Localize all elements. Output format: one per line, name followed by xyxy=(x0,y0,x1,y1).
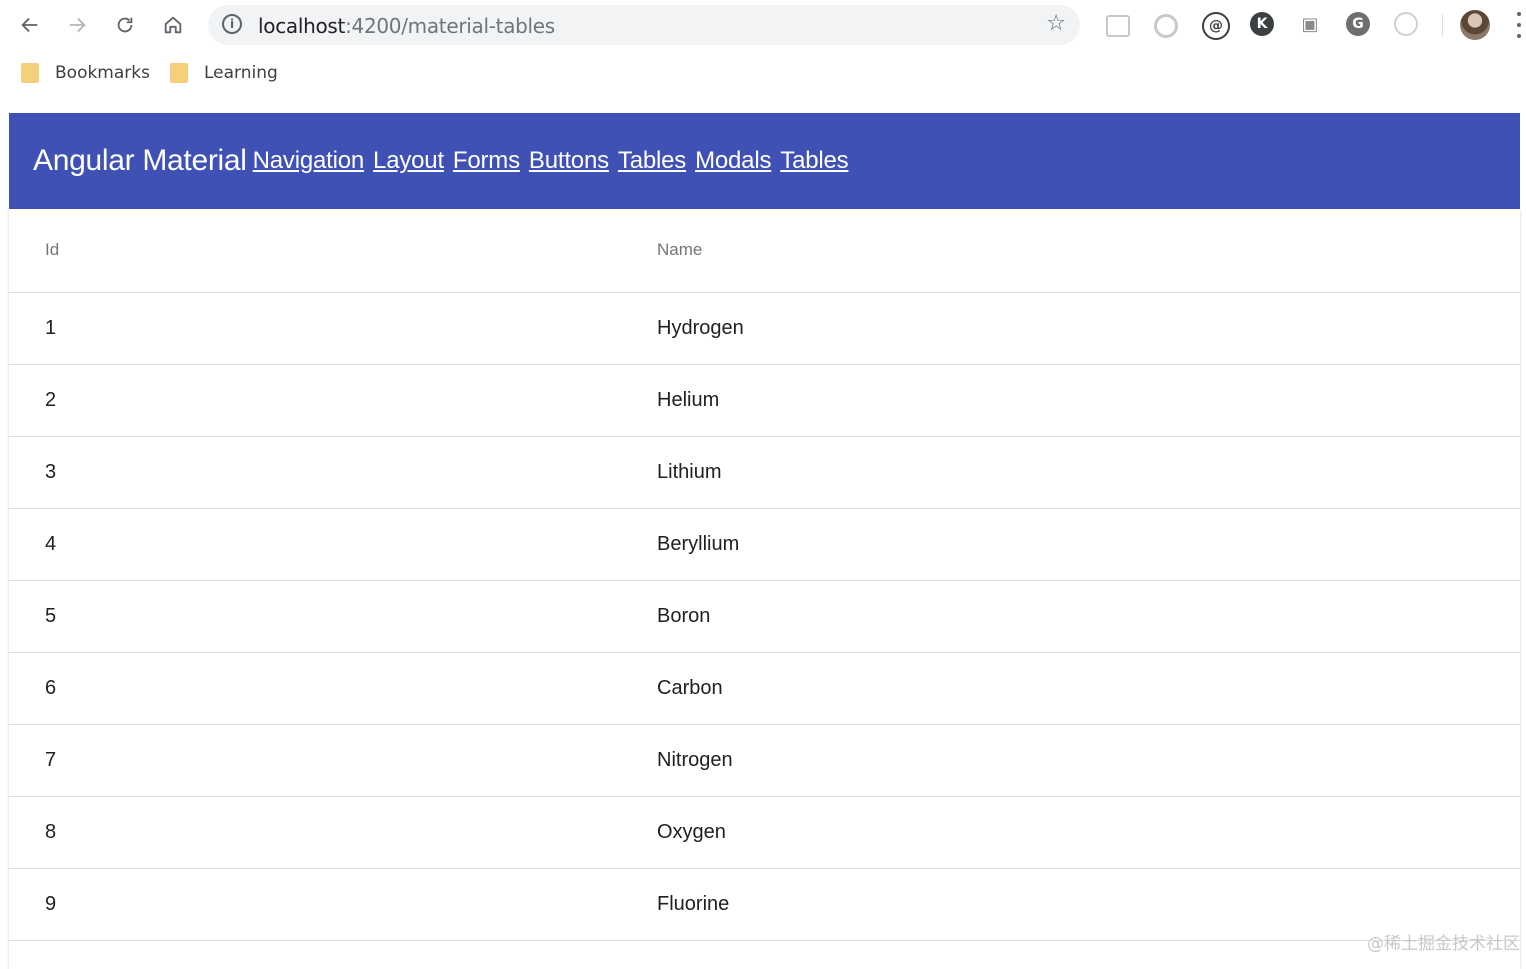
forward-arrow-icon[interactable] xyxy=(62,10,92,40)
home-icon[interactable] xyxy=(158,10,188,40)
extension-spiral-icon[interactable]: @ xyxy=(1202,12,1230,40)
cell-name: Boron xyxy=(657,605,711,627)
cell-id: 7 xyxy=(45,749,57,771)
nav-link-layout[interactable]: Layout xyxy=(373,147,444,175)
browser-toolbar: i localhost:4200/material-tables ☆ @ K ▣… xyxy=(0,0,1526,52)
table-row: 1 Hydrogen xyxy=(9,293,1520,365)
table-row: 2 Helium xyxy=(9,365,1520,437)
browser-menu-icon[interactable] xyxy=(1514,12,1524,38)
extension-target-icon[interactable] xyxy=(1394,12,1418,36)
cell-id: 3 xyxy=(45,461,57,483)
profile-avatar[interactable] xyxy=(1460,10,1490,40)
bookmark-label: Bookmarks xyxy=(55,63,150,83)
cell-id: 6 xyxy=(45,677,57,699)
bookmark-star-icon[interactable]: ☆ xyxy=(1046,11,1066,36)
cell-name: Lithium xyxy=(657,461,722,483)
cell-name: Helium xyxy=(657,389,720,411)
cell-name: Carbon xyxy=(657,677,723,699)
bookmark-folder-bookmarks[interactable]: Bookmarks xyxy=(21,62,150,84)
nav-link-navigation[interactable]: Navigation xyxy=(253,147,365,175)
folder-icon xyxy=(170,63,188,83)
nav-link-tables[interactable]: Tables xyxy=(618,147,686,175)
toolbar-divider xyxy=(1442,14,1443,36)
cell-id: 2 xyxy=(45,389,57,411)
folder-icon xyxy=(21,63,39,83)
cell-id: 9 xyxy=(45,893,57,915)
cell-name: Nitrogen xyxy=(657,749,733,771)
cell-name: Oxygen xyxy=(657,821,726,843)
watermark: @稀土掘金技术社区 xyxy=(1367,934,1520,954)
column-header-id[interactable]: Id xyxy=(45,240,59,260)
cell-name: Beryllium xyxy=(657,533,740,555)
cell-id: 4 xyxy=(45,533,57,555)
url-text[interactable]: localhost:4200/material-tables xyxy=(258,14,555,38)
site-info-icon[interactable]: i xyxy=(222,14,242,34)
cell-id: 1 xyxy=(45,317,57,339)
extension-reader-icon[interactable] xyxy=(1106,15,1130,37)
address-bar[interactable]: i localhost:4200/material-tables ☆ xyxy=(208,5,1080,45)
table-row: 5 Boron xyxy=(9,581,1520,653)
app-brand: Angular Material xyxy=(33,144,247,177)
cell-name: Fluorine xyxy=(657,893,730,915)
table-row: 4 Beryllium xyxy=(9,509,1520,581)
app-toolbar: Angular Material Navigation Layout Forms… xyxy=(9,113,1520,209)
table-row: 3 Lithium xyxy=(9,437,1520,509)
table-body: 1 Hydrogen 2 Helium 3 Lithium 4 Beryllium 5 Boron… xyxy=(9,293,1520,941)
extension-g-icon[interactable]: G xyxy=(1346,12,1370,36)
back-arrow-icon[interactable] xyxy=(15,10,45,40)
bookmark-folder-learning[interactable]: Learning xyxy=(170,62,278,84)
nav-link-modals[interactable]: Modals xyxy=(695,147,771,175)
extension-circle-icon[interactable] xyxy=(1154,14,1178,38)
column-header-name[interactable]: Name xyxy=(657,240,702,260)
table-row: 8 Oxygen xyxy=(9,797,1520,869)
cell-name: Hydrogen xyxy=(657,317,744,339)
cell-id: 5 xyxy=(45,605,57,627)
nav-link-tables-2[interactable]: Tables xyxy=(780,147,848,175)
table-row: 9 Fluorine xyxy=(9,869,1520,941)
reload-icon[interactable] xyxy=(110,10,140,40)
bookmark-label: Learning xyxy=(204,63,278,83)
table-row: 7 Nitrogen xyxy=(9,725,1520,797)
extension-k-icon[interactable]: K xyxy=(1250,12,1274,36)
url-host: localhost xyxy=(258,14,346,38)
table-header-row: Id Name xyxy=(9,209,1520,293)
cell-id: 8 xyxy=(45,821,57,843)
extension-camera-icon[interactable]: ▣ xyxy=(1298,12,1322,36)
nav-link-forms[interactable]: Forms xyxy=(453,147,520,175)
bookmarks-bar: Bookmarks Learning xyxy=(0,52,1526,92)
elements-table: Id Name 1 Hydrogen 2 Helium 3 Lithium 4 Berylli… xyxy=(9,209,1520,969)
table-row: 6 Carbon xyxy=(9,653,1520,725)
url-path: :4200/material-tables xyxy=(345,14,555,38)
nav-link-buttons[interactable]: Buttons xyxy=(529,147,609,175)
